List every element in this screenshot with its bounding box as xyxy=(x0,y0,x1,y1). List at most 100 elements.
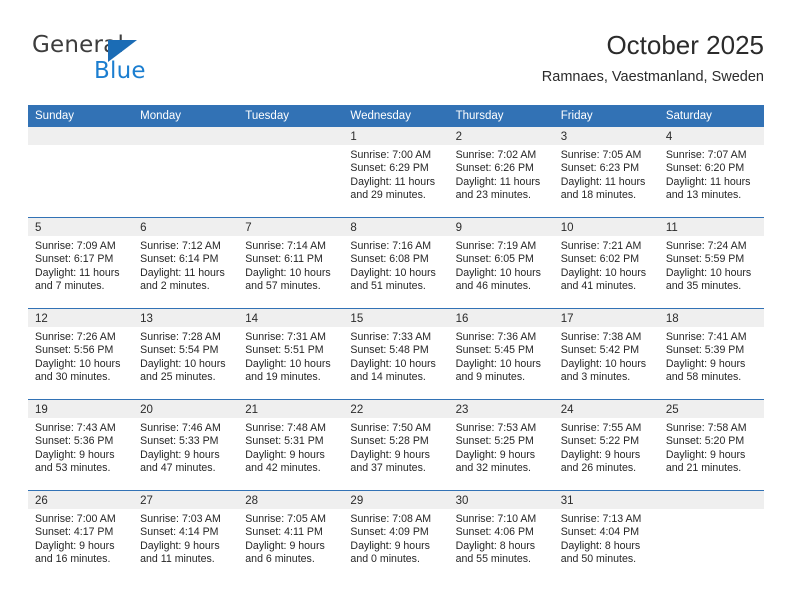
day-cell[interactable]: 22 Sunrise: 7:50 AM Sunset: 5:28 PM Dayl… xyxy=(343,399,449,491)
day-number: 12 xyxy=(28,309,134,327)
sunrise-text: Sunrise: 7:46 AM xyxy=(140,422,221,434)
sunrise-text: Sunrise: 7:38 AM xyxy=(560,331,642,343)
day-cell[interactable]: 23 Sunrise: 7:53 AM Sunset: 5:25 PM Dayl… xyxy=(448,399,554,491)
title-block: October 2025 Ramnaes, Vaestmanland, Swed… xyxy=(542,28,764,88)
page-header: General Blue October 2025 Ramnaes, Vaest… xyxy=(28,28,764,98)
day-info: Sunrise: 7:24 AM Sunset: 5:59 PM Dayligh… xyxy=(659,236,764,294)
day-cell[interactable]: 8 Sunrise: 7:16 AM Sunset: 6:08 PM Dayli… xyxy=(343,217,449,309)
sunset-text: Sunset: 5:36 PM xyxy=(35,435,114,448)
general-blue-logo[interactable]: General Blue xyxy=(32,32,262,92)
day-cell[interactable] xyxy=(133,127,239,218)
day-number: 15 xyxy=(343,309,449,327)
day-cell[interactable]: 30 Sunrise: 7:10 AM Sunset: 4:06 PM Dayl… xyxy=(448,490,554,581)
daylight-text-line1: Daylight: 9 hours xyxy=(455,448,536,461)
day-info: Sunrise: 7:53 AM Sunset: 5:25 PM Dayligh… xyxy=(449,418,554,476)
day-cell[interactable]: 18 Sunrise: 7:41 AM Sunset: 5:39 PM Dayl… xyxy=(658,308,764,400)
day-cell[interactable]: 15 Sunrise: 7:33 AM Sunset: 5:48 PM Dayl… xyxy=(343,308,449,400)
daylight-text-line2: and 46 minutes. xyxy=(455,280,531,293)
sunset-text: Sunset: 5:51 PM xyxy=(245,344,324,357)
day-cell[interactable]: 13 Sunrise: 7:28 AM Sunset: 5:54 PM Dayl… xyxy=(133,308,239,400)
sunset-text: Sunset: 6:11 PM xyxy=(245,253,323,266)
sunset-text: Sunset: 6:20 PM xyxy=(665,162,745,175)
sunrise-text: Sunrise: 7:10 AM xyxy=(455,513,537,525)
daylight-text-line2: and 51 minutes. xyxy=(350,280,426,293)
day-cell[interactable] xyxy=(658,490,764,581)
sunset-text: Sunset: 6:02 PM xyxy=(560,253,640,266)
day-cell[interactable]: 9 Sunrise: 7:19 AM Sunset: 6:05 PM Dayli… xyxy=(448,217,554,309)
sunrise-text: Sunrise: 7:50 AM xyxy=(350,422,432,434)
day-cell[interactable]: 21 Sunrise: 7:48 AM Sunset: 5:31 PM Dayl… xyxy=(238,399,344,491)
day-number: 6 xyxy=(133,218,239,236)
day-info: Sunrise: 7:16 AM Sunset: 6:08 PM Dayligh… xyxy=(343,236,448,294)
day-cell[interactable]: 12 Sunrise: 7:26 AM Sunset: 5:56 PM Dayl… xyxy=(28,308,134,400)
day-cell[interactable]: 1 Sunrise: 7:00 AM Sunset: 6:29 PM Dayli… xyxy=(343,127,449,218)
day-number: 23 xyxy=(448,400,554,418)
daylight-text-line2: and 57 minutes. xyxy=(245,280,321,293)
daylight-text-line2: and 29 minutes. xyxy=(350,189,426,202)
day-info: Sunrise: 7:26 AM Sunset: 5:56 PM Dayligh… xyxy=(28,327,133,385)
sunset-text: Sunset: 4:09 PM xyxy=(350,526,429,539)
sunset-text: Sunset: 5:54 PM xyxy=(140,344,219,357)
page-title: October 2025 xyxy=(606,30,764,60)
sunset-text: Sunset: 4:14 PM xyxy=(140,526,219,539)
day-cell[interactable]: 27 Sunrise: 7:03 AM Sunset: 4:14 PM Dayl… xyxy=(133,490,239,581)
daylight-text-line2: and 6 minutes. xyxy=(245,553,315,566)
sunrise-text: Sunrise: 7:02 AM xyxy=(455,149,537,161)
day-number: 16 xyxy=(448,309,554,327)
daylight-text-line2: and 26 minutes. xyxy=(560,462,637,475)
day-cell[interactable]: 3 Sunrise: 7:05 AM Sunset: 6:23 PM Dayli… xyxy=(553,127,659,218)
weekday-header-saturday: Saturday xyxy=(658,105,764,127)
day-cell[interactable]: 6 Sunrise: 7:12 AM Sunset: 6:14 PM Dayli… xyxy=(133,217,239,309)
sunset-text: Sunset: 6:05 PM xyxy=(455,253,534,266)
day-cell[interactable]: 19 Sunrise: 7:43 AM Sunset: 5:36 PM Dayl… xyxy=(28,399,134,491)
day-info: Sunrise: 7:09 AM Sunset: 6:17 PM Dayligh… xyxy=(28,236,133,294)
daylight-text-line1: Daylight: 10 hours xyxy=(245,357,331,370)
day-cell[interactable]: 28 Sunrise: 7:05 AM Sunset: 4:11 PM Dayl… xyxy=(238,490,344,581)
daylight-text-line1: Daylight: 11 hours xyxy=(560,175,646,188)
sunset-text: Sunset: 5:42 PM xyxy=(560,344,640,357)
day-info: Sunrise: 7:28 AM Sunset: 5:54 PM Dayligh… xyxy=(133,327,238,385)
sunset-text: Sunset: 5:59 PM xyxy=(665,253,745,266)
day-info: Sunrise: 7:07 AM Sunset: 6:20 PM Dayligh… xyxy=(659,145,764,203)
day-number: 19 xyxy=(28,400,134,418)
daylight-text-line1: Daylight: 9 hours xyxy=(35,539,115,552)
day-cell[interactable]: 7 Sunrise: 7:14 AM Sunset: 6:11 PM Dayli… xyxy=(238,217,344,309)
day-cell[interactable]: 29 Sunrise: 7:08 AM Sunset: 4:09 PM Dayl… xyxy=(343,490,449,581)
day-info: Sunrise: 7:31 AM Sunset: 5:51 PM Dayligh… xyxy=(238,327,343,385)
day-cell[interactable]: 31 Sunrise: 7:13 AM Sunset: 4:04 PM Dayl… xyxy=(553,490,659,581)
daylight-text-line2: and 11 minutes. xyxy=(140,553,215,566)
day-cell[interactable] xyxy=(28,127,134,218)
day-cell[interactable]: 11 Sunrise: 7:24 AM Sunset: 5:59 PM Dayl… xyxy=(658,217,764,309)
sunrise-text: Sunrise: 7:03 AM xyxy=(140,513,221,525)
day-cell[interactable]: 25 Sunrise: 7:58 AM Sunset: 5:20 PM Dayl… xyxy=(658,399,764,491)
day-cell[interactable]: 16 Sunrise: 7:36 AM Sunset: 5:45 PM Dayl… xyxy=(448,308,554,400)
day-cell[interactable]: 26 Sunrise: 7:00 AM Sunset: 4:17 PM Dayl… xyxy=(28,490,134,581)
day-info: Sunrise: 7:55 AM Sunset: 5:22 PM Dayligh… xyxy=(554,418,659,476)
weekday-header-thursday: Thursday xyxy=(448,105,554,127)
day-info: Sunrise: 7:02 AM Sunset: 6:26 PM Dayligh… xyxy=(449,145,554,203)
day-cell[interactable]: 4 Sunrise: 7:07 AM Sunset: 6:20 PM Dayli… xyxy=(658,127,764,218)
day-number: 17 xyxy=(553,309,659,327)
sunset-text: Sunset: 5:28 PM xyxy=(350,435,429,448)
day-number xyxy=(238,127,344,145)
day-cell[interactable]: 20 Sunrise: 7:46 AM Sunset: 5:33 PM Dayl… xyxy=(133,399,239,491)
day-cell[interactable]: 24 Sunrise: 7:55 AM Sunset: 5:22 PM Dayl… xyxy=(553,399,659,491)
daylight-text-line1: Daylight: 10 hours xyxy=(560,266,647,279)
day-number: 29 xyxy=(343,491,449,509)
sunset-text: Sunset: 5:25 PM xyxy=(455,435,534,448)
day-number: 31 xyxy=(553,491,659,509)
sunrise-text: Sunrise: 7:05 AM xyxy=(560,149,642,161)
daylight-text-line1: Daylight: 9 hours xyxy=(665,357,746,370)
sunrise-text: Sunrise: 7:41 AM xyxy=(665,331,747,343)
day-cell[interactable] xyxy=(238,127,344,218)
day-number: 14 xyxy=(238,309,344,327)
day-cell[interactable]: 10 Sunrise: 7:21 AM Sunset: 6:02 PM Dayl… xyxy=(553,217,659,309)
sunrise-text: Sunrise: 7:21 AM xyxy=(560,240,642,252)
day-cell[interactable]: 2 Sunrise: 7:02 AM Sunset: 6:26 PM Dayli… xyxy=(448,127,554,218)
day-cell[interactable]: 17 Sunrise: 7:38 AM Sunset: 5:42 PM Dayl… xyxy=(553,308,659,400)
day-number: 11 xyxy=(658,218,764,236)
day-cell[interactable]: 14 Sunrise: 7:31 AM Sunset: 5:51 PM Dayl… xyxy=(238,308,344,400)
day-cell[interactable]: 5 Sunrise: 7:09 AM Sunset: 6:17 PM Dayli… xyxy=(28,217,134,309)
sunrise-text: Sunrise: 7:09 AM xyxy=(35,240,116,252)
calendar-body: 1 Sunrise: 7:00 AM Sunset: 6:29 PM Dayli… xyxy=(28,127,764,581)
